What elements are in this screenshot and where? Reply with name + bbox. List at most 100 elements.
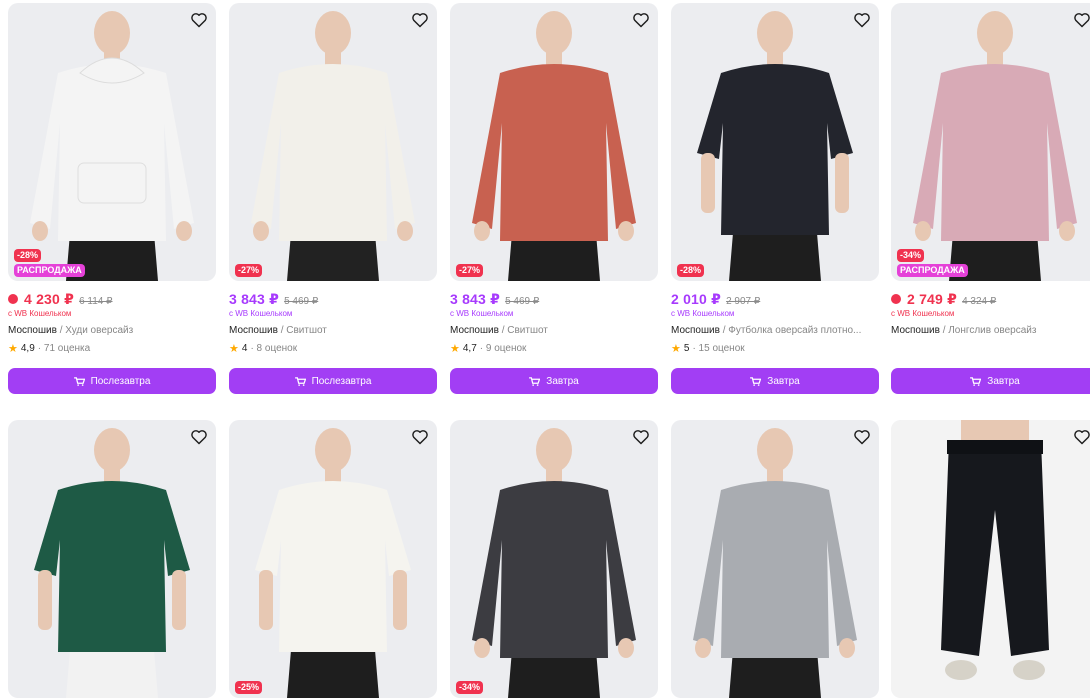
product-info: 2 010 ₽ 2 907 ₽ с WB Кошельком Моспошив / Ф… xyxy=(671,291,879,355)
favorite-heart-icon[interactable] xyxy=(851,9,873,31)
add-to-cart-button[interactable]: Завтра xyxy=(450,368,658,394)
product-photo xyxy=(34,428,190,698)
cart-icon xyxy=(294,376,306,386)
product-card[interactable]: -28% РАСПРОДАЖА 4 230 ₽ 6 114 ₽ с WB Кошельк… xyxy=(8,3,216,395)
badges: -34% РАСПРОДАЖА xyxy=(897,249,968,277)
product-photo xyxy=(693,428,857,698)
star-icon: ★ xyxy=(671,343,681,355)
sale-badge: РАСПРОДАЖА xyxy=(14,264,85,277)
product-photo xyxy=(697,11,853,281)
price-row: 2 010 ₽ 2 907 ₽ xyxy=(671,291,879,309)
product-info: 4 230 ₽ 6 114 ₽ с WB Кошельком Моспошив / Х… xyxy=(8,291,216,355)
favorite-heart-icon[interactable] xyxy=(630,9,652,31)
old-price: 5 469 ₽ xyxy=(284,296,319,307)
product-image[interactable]: -34% xyxy=(450,420,658,698)
product-photo xyxy=(472,428,636,698)
favorite-heart-icon[interactable] xyxy=(1071,426,1090,448)
old-price: 6 114 ₽ xyxy=(79,296,113,307)
favorite-heart-icon[interactable] xyxy=(1071,9,1090,31)
product-name: / Лонгслив оверсайз xyxy=(942,325,1037,336)
price: 4 230 ₽ xyxy=(24,291,75,307)
brand-name: Моспошив xyxy=(671,325,720,336)
wallet-note: с WB Кошельком xyxy=(671,309,735,318)
badges: -28% РАСПРОДАЖА xyxy=(14,249,85,277)
add-to-cart-button[interactable]: Завтра xyxy=(891,368,1090,394)
review-count: · 9 оценок xyxy=(479,343,527,354)
star-icon: ★ xyxy=(229,343,239,355)
product-image[interactable] xyxy=(891,420,1090,698)
product-image[interactable] xyxy=(671,420,879,698)
badges: -28% xyxy=(677,264,705,277)
wallet-note: с WB Кошельком xyxy=(8,309,72,318)
favorite-heart-icon[interactable] xyxy=(188,426,210,448)
badges: -27% xyxy=(235,264,263,277)
product-image[interactable]: -28% xyxy=(671,3,879,281)
discount-badge: -25% xyxy=(235,681,263,694)
delivery-label: Завтра xyxy=(987,375,1020,387)
product-title[interactable]: Моспошив / Свитшот xyxy=(450,325,658,336)
rating-row: ★ 4 · 8 оценок xyxy=(229,342,437,355)
add-to-cart-button[interactable]: Послезавтра xyxy=(8,368,216,394)
product-card[interactable]: -34% xyxy=(450,420,658,698)
review-count: · 71 оценка xyxy=(37,343,91,354)
cart-icon xyxy=(750,376,762,386)
product-image[interactable]: -25% xyxy=(229,420,437,698)
brand-name: Моспошив xyxy=(891,325,940,336)
favorite-heart-icon[interactable] xyxy=(188,9,210,31)
product-title[interactable]: Моспошив / Худи оверсайз xyxy=(8,325,216,336)
product-title[interactable]: Моспошив / Футболка оверсайз плотно... xyxy=(671,325,879,336)
discount-badge: -27% xyxy=(235,264,263,277)
product-image[interactable]: -34% РАСПРОДАЖА xyxy=(891,3,1090,281)
favorite-heart-icon[interactable] xyxy=(409,426,431,448)
price-row: 4 230 ₽ 6 114 ₽ xyxy=(8,291,216,309)
product-photo xyxy=(251,11,415,281)
product-card[interactable] xyxy=(8,420,216,698)
product-card[interactable]: -28% 2 010 ₽ 2 907 ₽ с WB Кошельком Моспошив… xyxy=(671,3,879,395)
wallet-note: с WB Кошельком xyxy=(229,309,293,318)
price: 3 843 ₽ xyxy=(229,291,280,307)
brand-name: Моспошив xyxy=(8,325,57,336)
add-to-cart-button[interactable]: Завтра xyxy=(671,368,879,394)
product-title[interactable]: Моспошив / Лонгслив оверсайз xyxy=(891,325,1090,336)
product-image[interactable]: -27% xyxy=(450,3,658,281)
product-image[interactable]: -28% РАСПРОДАЖА xyxy=(8,3,216,281)
product-name: / Свитшот xyxy=(280,325,327,336)
old-price: 2 907 ₽ xyxy=(726,296,761,307)
delivery-label: Завтра xyxy=(767,375,800,387)
discount-badge: -27% xyxy=(456,264,484,277)
product-card[interactable]: -34% РАСПРОДАЖА 2 749 ₽ 4 324 ₽ с WB Кошельк… xyxy=(891,3,1090,395)
favorite-heart-icon[interactable] xyxy=(851,426,873,448)
price-row: 3 843 ₽ 5 469 ₽ xyxy=(450,291,658,309)
wallet-note: с WB Кошельком xyxy=(450,309,514,318)
badges: -25% xyxy=(235,681,263,694)
product-card[interactable]: -25% xyxy=(229,420,437,698)
rating-row: ★ 5 · 15 оценок xyxy=(671,342,879,355)
discount-tag-icon xyxy=(8,294,18,304)
star-icon: ★ xyxy=(8,343,18,355)
product-card[interactable]: -27% 3 843 ₽ 5 469 ₽ с WB Кошельком Моспошив… xyxy=(229,3,437,395)
product-card[interactable] xyxy=(891,420,1090,698)
product-photo xyxy=(913,11,1077,281)
star-icon: ★ xyxy=(450,343,460,355)
product-image[interactable]: -27% xyxy=(229,3,437,281)
product-photo xyxy=(255,428,411,698)
add-to-cart-button[interactable]: Послезавтра xyxy=(229,368,437,394)
cart-icon xyxy=(529,376,541,386)
product-card[interactable]: -27% 3 843 ₽ 5 469 ₽ с WB Кошельком Моспошив… xyxy=(450,3,658,395)
product-name: / Футболка оверсайз плотно... xyxy=(722,325,862,336)
rating-value: 4,7 xyxy=(462,343,477,354)
product-grid: -28% РАСПРОДАЖА 4 230 ₽ 6 114 ₽ с WB Кошельк… xyxy=(0,0,1090,698)
badges: -27% xyxy=(456,264,484,277)
favorite-heart-icon[interactable] xyxy=(630,426,652,448)
product-card[interactable] xyxy=(671,420,879,698)
product-info: 3 843 ₽ 5 469 ₽ с WB Кошельком Моспошив / С… xyxy=(450,291,658,355)
product-image[interactable] xyxy=(8,420,216,698)
discount-badge: -34% xyxy=(897,249,925,262)
old-price: 4 324 ₽ xyxy=(962,296,997,307)
product-name: / Худи оверсайз xyxy=(59,325,134,336)
rating-value: 4,9 xyxy=(20,343,35,354)
product-title[interactable]: Моспошив / Свитшот xyxy=(229,325,437,336)
favorite-heart-icon[interactable] xyxy=(409,9,431,31)
discount-badge: -28% xyxy=(14,249,42,262)
rating-row: ★ 4,7 · 9 оценок xyxy=(450,342,658,355)
